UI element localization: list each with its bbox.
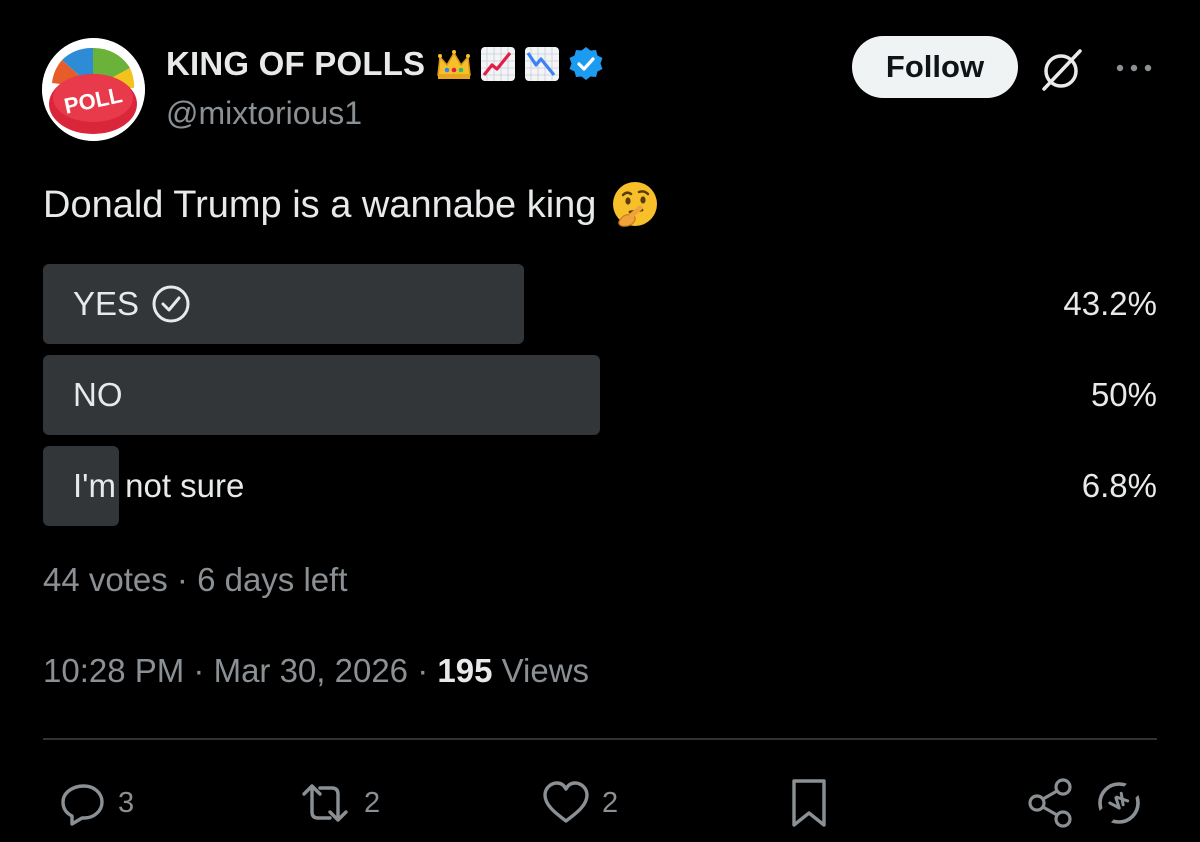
tweet-date[interactable]: Mar 30, 2026 [214, 652, 408, 689]
author-handle[interactable]: @mixtorious1 [166, 95, 362, 132]
poll-option-label: I'm not sure [73, 467, 245, 504]
separator: · [167, 561, 198, 598]
like-button[interactable]: 2 [540, 775, 618, 831]
bookmark-button[interactable] [786, 775, 832, 831]
poll-votes: 44 votes [43, 561, 168, 598]
separator: · [408, 652, 438, 689]
repost-count: 2 [364, 786, 381, 819]
poll-label-row: NO [73, 355, 123, 435]
poll-option-label: NO [73, 376, 123, 413]
tweet-time[interactable]: 10:28 PM [43, 652, 184, 689]
vx-link-icon [1097, 781, 1141, 825]
author-name-row[interactable]: KING OF POLLS [166, 40, 605, 88]
repost-icon [302, 784, 348, 822]
poll-bar-no [43, 355, 600, 435]
poll-option-percent: 50% [1090, 376, 1157, 413]
heart-icon [543, 781, 589, 823]
poll-option-not-sure[interactable]: I'm not sure 6.8% [43, 446, 1157, 526]
poll-option-percent: 43.2% [1063, 285, 1157, 322]
poll-option-label: YES [73, 285, 140, 322]
vx-button[interactable] [1092, 775, 1146, 831]
tweet-timestamp: 10:28 PM · Mar 30, 2026 · 195 Views [43, 652, 589, 690]
avatar[interactable]: POLL [42, 38, 145, 141]
views-count: 195 [437, 652, 493, 689]
poll-option-no[interactable]: NO 50% [43, 355, 1157, 435]
views-label[interactable]: Views [502, 652, 589, 689]
reply-button[interactable]: 3 [58, 775, 134, 831]
poll-label-row: I'm not sure [73, 446, 244, 526]
repost-button[interactable]: 2 [296, 775, 380, 831]
more-options-icon[interactable] [1113, 56, 1155, 80]
poll-meta: 44 votes · 6 days left [43, 561, 348, 599]
like-count: 2 [602, 786, 619, 819]
poll-option-yes[interactable]: YES 43.2% [43, 264, 1157, 344]
reply-icon [61, 784, 104, 826]
poll-label-row: YES [73, 264, 191, 344]
follow-button[interactable]: Follow [852, 36, 1018, 98]
tweet-text: Donald Trump is a wannabe king [43, 183, 597, 226]
share-button[interactable] [1024, 775, 1078, 831]
chart-increasing-emoji-icon [481, 47, 516, 81]
divider [43, 738, 1157, 740]
share-icon [1028, 778, 1072, 828]
thinking-face-emoji-icon [613, 182, 658, 227]
check-circle-icon [152, 285, 190, 323]
poll-logo-icon: POLL [42, 38, 145, 141]
display-name[interactable]: KING OF POLLS [166, 45, 425, 83]
crown-emoji-icon [437, 50, 472, 79]
verified-badge-icon[interactable] [567, 45, 605, 83]
poll-time-left: 6 days left [197, 561, 348, 598]
poll-option-percent: 6.8% [1081, 467, 1157, 504]
bookmark-icon [792, 779, 826, 827]
grok-icon[interactable] [1036, 44, 1088, 96]
chart-decreasing-emoji-icon [525, 47, 560, 81]
separator: · [184, 652, 214, 689]
tweet-text-row: Donald Trump is a wannabe king [43, 180, 660, 230]
reply-count: 3 [118, 786, 135, 819]
